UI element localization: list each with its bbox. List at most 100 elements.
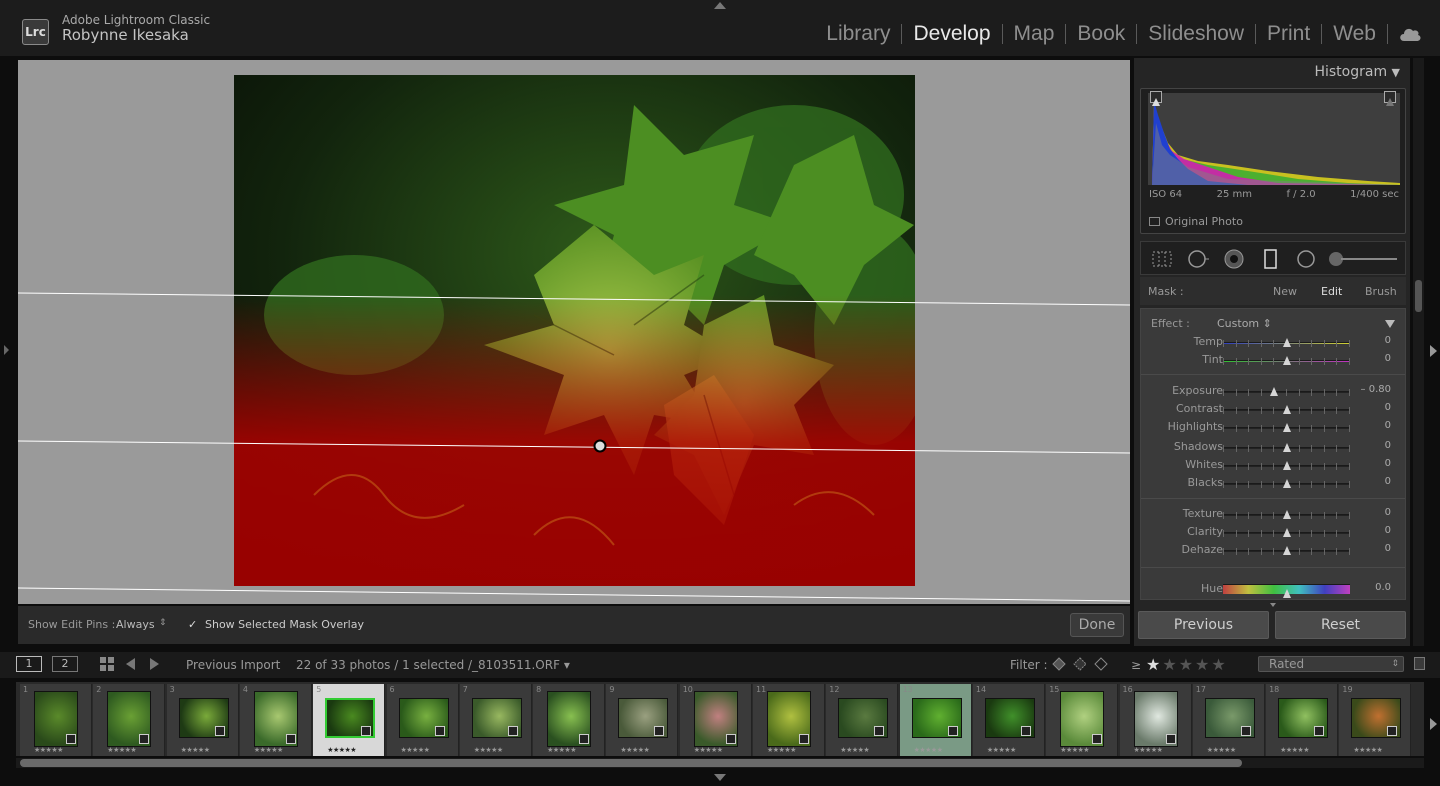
slider-thumb-whites[interactable] [1282, 461, 1291, 470]
filmstrip-thumbnail[interactable]: 5 ★★★★★ [313, 684, 386, 756]
effect-preset-select[interactable]: Custom ⇕ [1217, 317, 1272, 330]
reset-button[interactable]: Reset [1275, 611, 1406, 639]
collapse-bottom-panel-icon[interactable] [714, 774, 726, 781]
thumbnail-rating[interactable]: ★★★★★ [987, 746, 1016, 754]
slider-thumb-shadows[interactable] [1282, 443, 1291, 452]
slider-thumb-blacks[interactable] [1282, 479, 1291, 488]
filter-lock-icon[interactable] [1414, 657, 1425, 670]
scroll-down-icon[interactable] [1270, 603, 1276, 607]
slider-track-hue[interactable] [1223, 584, 1350, 598]
slider-thumb-hue[interactable] [1282, 589, 1291, 598]
expand-filmstrip-icon[interactable] [1430, 718, 1437, 730]
original-photo-checkbox[interactable] [1149, 217, 1160, 226]
done-button[interactable]: Done [1070, 613, 1124, 637]
mask-edit-button[interactable]: Edit [1321, 285, 1342, 298]
collapse-right-panel-icon[interactable] [1430, 345, 1437, 357]
shadow-clipping-icon[interactable] [1150, 91, 1162, 106]
original-photo-toggle[interactable]: Original Photo [1149, 215, 1243, 228]
slider-value-temp[interactable]: 0 [1343, 335, 1391, 346]
slider-track-exposure[interactable] [1223, 387, 1350, 396]
slider-track-whites[interactable] [1223, 461, 1350, 470]
thumbnail-rating[interactable]: ★★★★★ [474, 746, 503, 754]
next-photo-icon[interactable] [150, 658, 159, 670]
slider-value-tint[interactable]: 0 [1343, 353, 1391, 364]
rating-operator[interactable]: ≥ [1131, 658, 1141, 672]
right-panel-scrollbar[interactable] [1413, 58, 1424, 646]
slider-thumb-texture[interactable] [1282, 510, 1291, 519]
image-canvas[interactable] [18, 60, 1130, 604]
rating-filter-stars[interactable]: ★★★★★ [1146, 655, 1228, 674]
filmstrip-scrollbar[interactable] [16, 758, 1424, 768]
scrollbar-thumb[interactable] [20, 759, 1242, 767]
thumbnail-rating[interactable]: ★★★★★ [620, 746, 649, 754]
filmstrip-info[interactable]: 22 of 33 photos / 1 selected /_8103511.O… [296, 658, 570, 672]
slider-value-hue[interactable]: 0.0 [1343, 582, 1391, 593]
filter-preset-select[interactable]: Rated ⇕ [1258, 656, 1404, 672]
filmstrip-thumbnail[interactable]: 10 ★★★★★ [679, 684, 752, 756]
slider-value-shadows[interactable]: 0 [1343, 440, 1391, 451]
filmstrip-thumbnail[interactable]: 13 ★★★★★ [899, 684, 972, 756]
filmstrip-thumbnail[interactable]: 11 ★★★★★ [753, 684, 825, 756]
filmstrip-thumbnail[interactable]: 9 ★★★★★ [606, 684, 679, 756]
slider-track-shadows[interactable] [1223, 443, 1350, 452]
filmstrip-thumbnail[interactable]: 17 ★★★★★ [1192, 684, 1265, 756]
secondary-screen-button[interactable]: 2 [52, 656, 78, 672]
thumbnail-rating[interactable]: ★★★★★ [107, 746, 136, 754]
filmstrip-thumbnail[interactable]: 6 ★★★★★ [386, 684, 459, 756]
thumbnail-rating[interactable]: ★★★★★ [1207, 746, 1236, 754]
module-library[interactable]: Library [815, 22, 901, 46]
thumbnail-rating[interactable]: ★★★★★ [767, 746, 796, 754]
filmstrip-thumbnail[interactable]: 12 ★★★★★ [826, 684, 899, 756]
thumbnail-rating[interactable]: ★★★★★ [1280, 746, 1309, 754]
flag-filter-icons[interactable] [1052, 657, 1112, 671]
filmstrip-thumbnail[interactable]: 16 ★★★★★ [1119, 684, 1192, 756]
module-slideshow[interactable]: Slideshow [1137, 22, 1255, 46]
slider-track-highlights[interactable] [1223, 423, 1350, 432]
grid-view-icon[interactable] [100, 657, 114, 671]
slider-thumb-contrast[interactable] [1282, 405, 1291, 414]
module-print[interactable]: Print [1256, 22, 1321, 46]
slider-value-whites[interactable]: 0 [1343, 458, 1391, 469]
slider-value-texture[interactable]: 0 [1343, 507, 1391, 518]
thumbnail-rating[interactable]: ★★★★★ [1353, 746, 1382, 754]
slider-track-contrast[interactable] [1223, 405, 1350, 414]
linear-gradient-mask-overlay[interactable] [18, 60, 1130, 604]
filmstrip-thumbnail[interactable]: 15 ★★★★★ [1046, 684, 1119, 756]
slider-value-dehaze[interactable]: 0 [1343, 543, 1391, 554]
thumbnail-rating[interactable]: ★★★★★ [1060, 746, 1089, 754]
thumbnail-rating[interactable]: ★★★★★ [840, 746, 869, 754]
slider-value-contrast[interactable]: 0 [1343, 402, 1391, 413]
previous-photo-icon[interactable] [126, 658, 135, 670]
slider-thumb-clarity[interactable] [1282, 528, 1291, 537]
filmstrip-thumbnail[interactable]: 4 ★★★★★ [239, 684, 312, 756]
thumbnail-rating[interactable]: ★★★★★ [401, 746, 430, 754]
collapse-top-panel-icon[interactable] [714, 2, 726, 9]
cloud-sync-icon[interactable] [1398, 26, 1422, 42]
collapse-effect-icon[interactable] [1385, 320, 1395, 328]
filmstrip-thumbnail[interactable]: 14 ★★★★★ [972, 684, 1045, 756]
spot-removal-icon[interactable] [1187, 248, 1209, 270]
crop-overlay-icon[interactable] [1151, 248, 1173, 270]
filmstrip-thumbnail[interactable]: 1 ★★★★★ [20, 684, 92, 756]
thumbnail-rating[interactable]: ★★★★★ [1134, 746, 1163, 754]
module-book[interactable]: Book [1066, 22, 1136, 46]
slider-value-clarity[interactable]: 0 [1343, 525, 1391, 536]
show-edit-pins-select[interactable]: Always [116, 618, 155, 631]
module-develop[interactable]: Develop [902, 22, 1001, 46]
module-web[interactable]: Web [1322, 22, 1387, 46]
histogram-header[interactable]: Histogram ▼ [1314, 64, 1400, 80]
mask-overlay-checkbox[interactable]: ✓ [188, 618, 197, 631]
slider-thumb-dehaze[interactable] [1282, 546, 1291, 555]
slider-value-blacks[interactable]: 0 [1343, 476, 1391, 487]
thumbnail-rating[interactable]: ★★★★★ [181, 746, 210, 754]
slider-thumb-tint[interactable] [1282, 356, 1291, 365]
thumbnail-rating[interactable]: ★★★★★ [327, 746, 356, 754]
slider-track-clarity[interactable] [1223, 528, 1350, 537]
slider-track-texture[interactable] [1223, 510, 1350, 519]
thumbnail-rating[interactable]: ★★★★★ [254, 746, 283, 754]
collapse-triangle-icon[interactable]: ▼ [1392, 66, 1400, 79]
slider-value-highlights[interactable]: 0 [1343, 420, 1391, 431]
filmstrip-thumbnail[interactable]: 2 ★★★★★ [93, 684, 166, 756]
highlight-clipping-icon[interactable] [1384, 91, 1396, 106]
filmstrip-thumbnail[interactable]: 3 ★★★★★ [166, 684, 239, 756]
